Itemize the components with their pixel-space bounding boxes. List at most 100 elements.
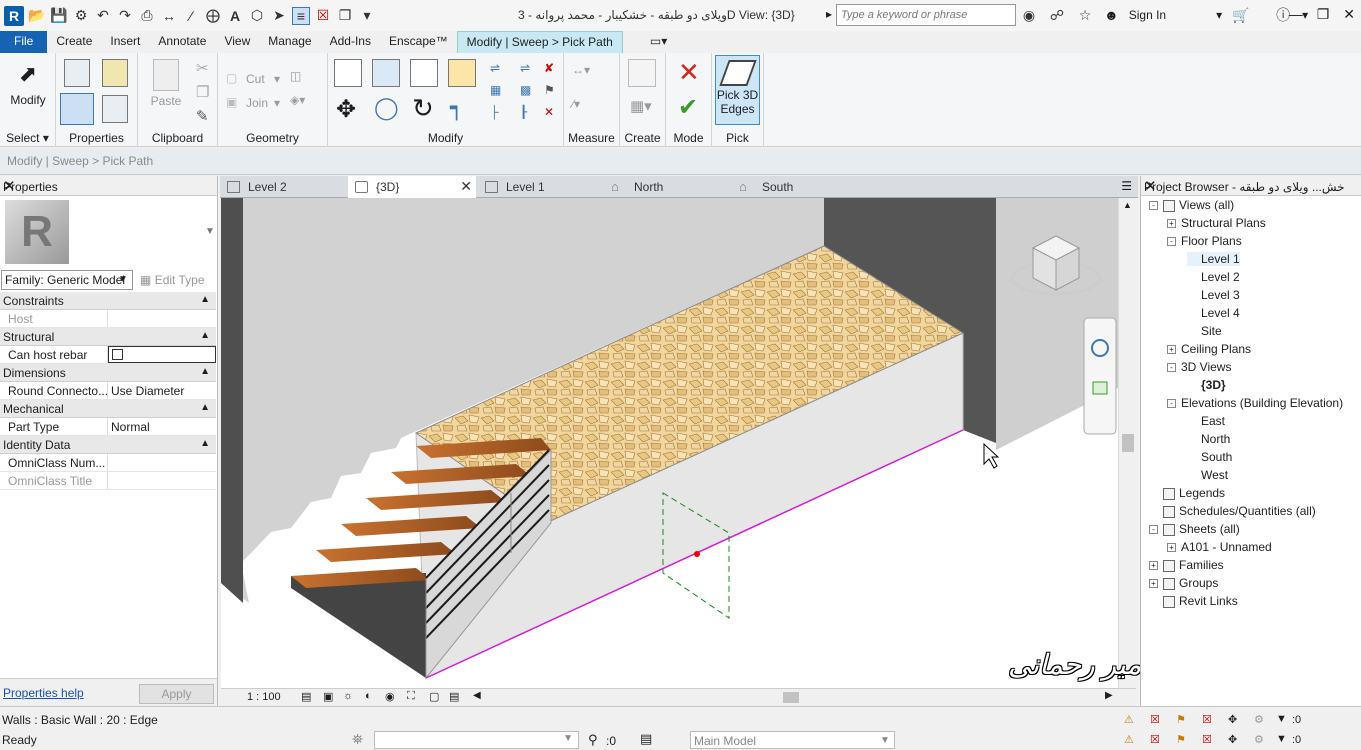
ribbon-minimize-icon[interactable]: ▭▾ xyxy=(641,31,676,53)
family-select-chevron-icon[interactable]: ▼ xyxy=(118,274,128,285)
create-group-icon[interactable]: ▦▾ xyxy=(630,97,652,115)
undo-icon[interactable]: ↶ xyxy=(94,7,112,25)
drag-elements-icon[interactable]: ✥ xyxy=(1228,713,1237,726)
paint-icon[interactable]: ◈▾ xyxy=(290,93,305,107)
tab-create[interactable]: Create xyxy=(47,31,101,53)
navigation-bar[interactable] xyxy=(1083,317,1117,435)
edit-type-button[interactable]: ▦ Edit Type xyxy=(140,273,205,287)
family-category-icon[interactable] xyxy=(102,95,128,123)
3d-model-view[interactable] xyxy=(221,198,1118,688)
property-row[interactable]: OmniClass Num... xyxy=(0,454,216,472)
collapse-icon[interactable]: ▲ xyxy=(200,366,210,377)
scroll-up-icon[interactable]: ▲ xyxy=(1123,200,1132,210)
browser-node[interactable]: -3D Views xyxy=(1167,360,1231,374)
profile-origin-point[interactable] xyxy=(694,551,700,557)
select-links-icon[interactable]: ⚠ xyxy=(1124,713,1134,726)
browser-node[interactable]: - Sheets (all) xyxy=(1149,522,1240,536)
browser-node[interactable]: Level 4 xyxy=(1187,306,1240,320)
collapse-icon[interactable]: - xyxy=(1149,201,1158,211)
select-pinned-icon[interactable]: ⚑ xyxy=(1176,733,1186,746)
filter-icon[interactable]: ▼ xyxy=(1276,733,1287,745)
redo-icon[interactable]: ↷ xyxy=(116,7,134,25)
match-type-icon[interactable]: ✎ xyxy=(196,107,209,125)
measure-between-icon[interactable]: ↔▾ xyxy=(572,63,590,77)
select-links-icon[interactable]: ⚠ xyxy=(1124,733,1134,746)
finish-edit-icon[interactable]: ✔ xyxy=(678,93,698,122)
can-host-rebar-checkbox[interactable] xyxy=(112,349,123,360)
sign-in-link[interactable]: Sign In xyxy=(1129,8,1166,22)
tab-file[interactable]: File xyxy=(0,31,48,53)
split-element-icon[interactable]: ⇌ xyxy=(490,61,500,75)
drawing-area-3d[interactable] xyxy=(221,198,1118,688)
crop-icon[interactable]: ⛶ xyxy=(407,690,415,703)
minimize-icon[interactable]: — xyxy=(1289,6,1303,23)
tab-manage[interactable]: Manage xyxy=(259,31,320,53)
scroll-left-icon[interactable]: ◀ xyxy=(473,690,481,701)
category-dimensions[interactable]: Dimensions ▲ xyxy=(0,364,216,382)
browser-node[interactable]: + Ceiling Plans xyxy=(1167,342,1251,356)
pin-icon[interactable]: ⚑ xyxy=(544,83,555,97)
collapse-icon[interactable]: - xyxy=(1149,525,1158,535)
browser-node[interactable]: - Floor Plans xyxy=(1167,234,1242,248)
background-process-icon[interactable]: ⚙ xyxy=(1254,733,1264,746)
crop-region-icon[interactable]: ▢ xyxy=(429,690,439,703)
browser-node[interactable]: East xyxy=(1187,414,1225,428)
copy-icon[interactable]: ❐ xyxy=(196,83,209,101)
save-icon[interactable]: 💾 xyxy=(50,7,68,25)
sync-icon[interactable]: ⚙ xyxy=(72,7,90,25)
pick-3d-edges-button[interactable]: Pick 3D Edges xyxy=(715,55,760,125)
browser-node[interactable]: - Views (all) xyxy=(1149,198,1234,212)
cut-dropdown-icon[interactable]: ▾ xyxy=(274,72,280,86)
collapse-icon[interactable]: - xyxy=(1167,237,1176,247)
thin-lines-icon[interactable]: ≡ xyxy=(292,6,310,25)
property-row[interactable]: Round Connecto... Use Diameter xyxy=(0,382,216,400)
dimension-icon[interactable]: ∕ xyxy=(182,7,200,25)
move-icon[interactable]: ✥ xyxy=(336,95,356,124)
cart-icon[interactable]: 🛒 xyxy=(1232,6,1250,24)
worksets-icon[interactable]: ⛯ xyxy=(352,731,363,748)
workset-select[interactable]: ▼ xyxy=(374,731,579,749)
join-icon[interactable]: ▣ xyxy=(226,95,237,109)
tab-enscape[interactable]: Enscape™ xyxy=(380,31,457,53)
select-dropdown[interactable]: Select ▾ xyxy=(0,131,55,145)
browser-node[interactable]: + Families xyxy=(1149,558,1224,572)
user-icon[interactable]: ☻ xyxy=(1104,7,1119,23)
close-icon[interactable]: ✕ xyxy=(1343,6,1355,23)
align-icon[interactable] xyxy=(334,59,362,87)
category-structural[interactable]: Structural ▲ xyxy=(0,328,216,346)
modify-button[interactable]: ⬈ Modify xyxy=(6,61,50,107)
mirror-draw-icon[interactable] xyxy=(448,59,476,87)
category-mechanical[interactable]: Mechanical ▲ xyxy=(0,400,216,418)
close-icon[interactable]: ✕ xyxy=(460,178,472,195)
detail-level-icon[interactable]: ▤ xyxy=(301,690,311,703)
property-row[interactable]: Part Type Normal xyxy=(0,418,216,436)
design-options-icon[interactable]: ▤ xyxy=(640,731,652,747)
split-face-icon[interactable]: ◫ xyxy=(290,69,301,83)
collapse-icon[interactable]: - xyxy=(1167,363,1176,373)
section-icon[interactable]: ➤ xyxy=(270,7,288,25)
editable-only-icon[interactable]: ⚲ xyxy=(588,732,598,748)
collapse-icon[interactable]: ▲ xyxy=(200,294,210,305)
temp-hide-icon[interactable]: ▤ xyxy=(449,690,459,703)
sun-path-icon[interactable]: ☼ xyxy=(343,690,353,702)
expand-icon[interactable]: + xyxy=(1167,345,1176,355)
binoculars-icon[interactable]: ◉ xyxy=(1020,6,1038,24)
measure-icon[interactable]: ↔ xyxy=(160,7,178,25)
search-input[interactable]: Type a keyword or phrase xyxy=(836,4,1016,26)
collapse-icon[interactable]: ▲ xyxy=(200,438,210,449)
browser-node[interactable]: South xyxy=(1187,450,1232,464)
browser-node[interactable]: Revit Links xyxy=(1149,594,1238,608)
tab-add-ins[interactable]: Add-Ins xyxy=(321,31,380,53)
dimension-tool-icon[interactable]: ∕▾ xyxy=(572,97,580,111)
restore-icon[interactable]: ❐ xyxy=(1317,6,1330,23)
visual-style-icon[interactable]: ▣ xyxy=(323,690,333,703)
join-geometry-button[interactable]: Join xyxy=(246,96,268,110)
horizontal-scroll-thumb[interactable] xyxy=(783,692,799,703)
type-properties-icon[interactable] xyxy=(64,59,90,87)
browser-node[interactable]: Level 3 xyxy=(1187,288,1240,302)
scroll-right-icon[interactable]: ▶ xyxy=(1105,690,1113,701)
browser-node[interactable]: North xyxy=(1187,432,1230,446)
collapse-icon[interactable]: ▲ xyxy=(200,330,210,341)
signin-dropdown-icon[interactable]: ▾ xyxy=(1216,8,1222,22)
browser-node[interactable]: Schedules/Quantities (all) xyxy=(1149,504,1316,518)
